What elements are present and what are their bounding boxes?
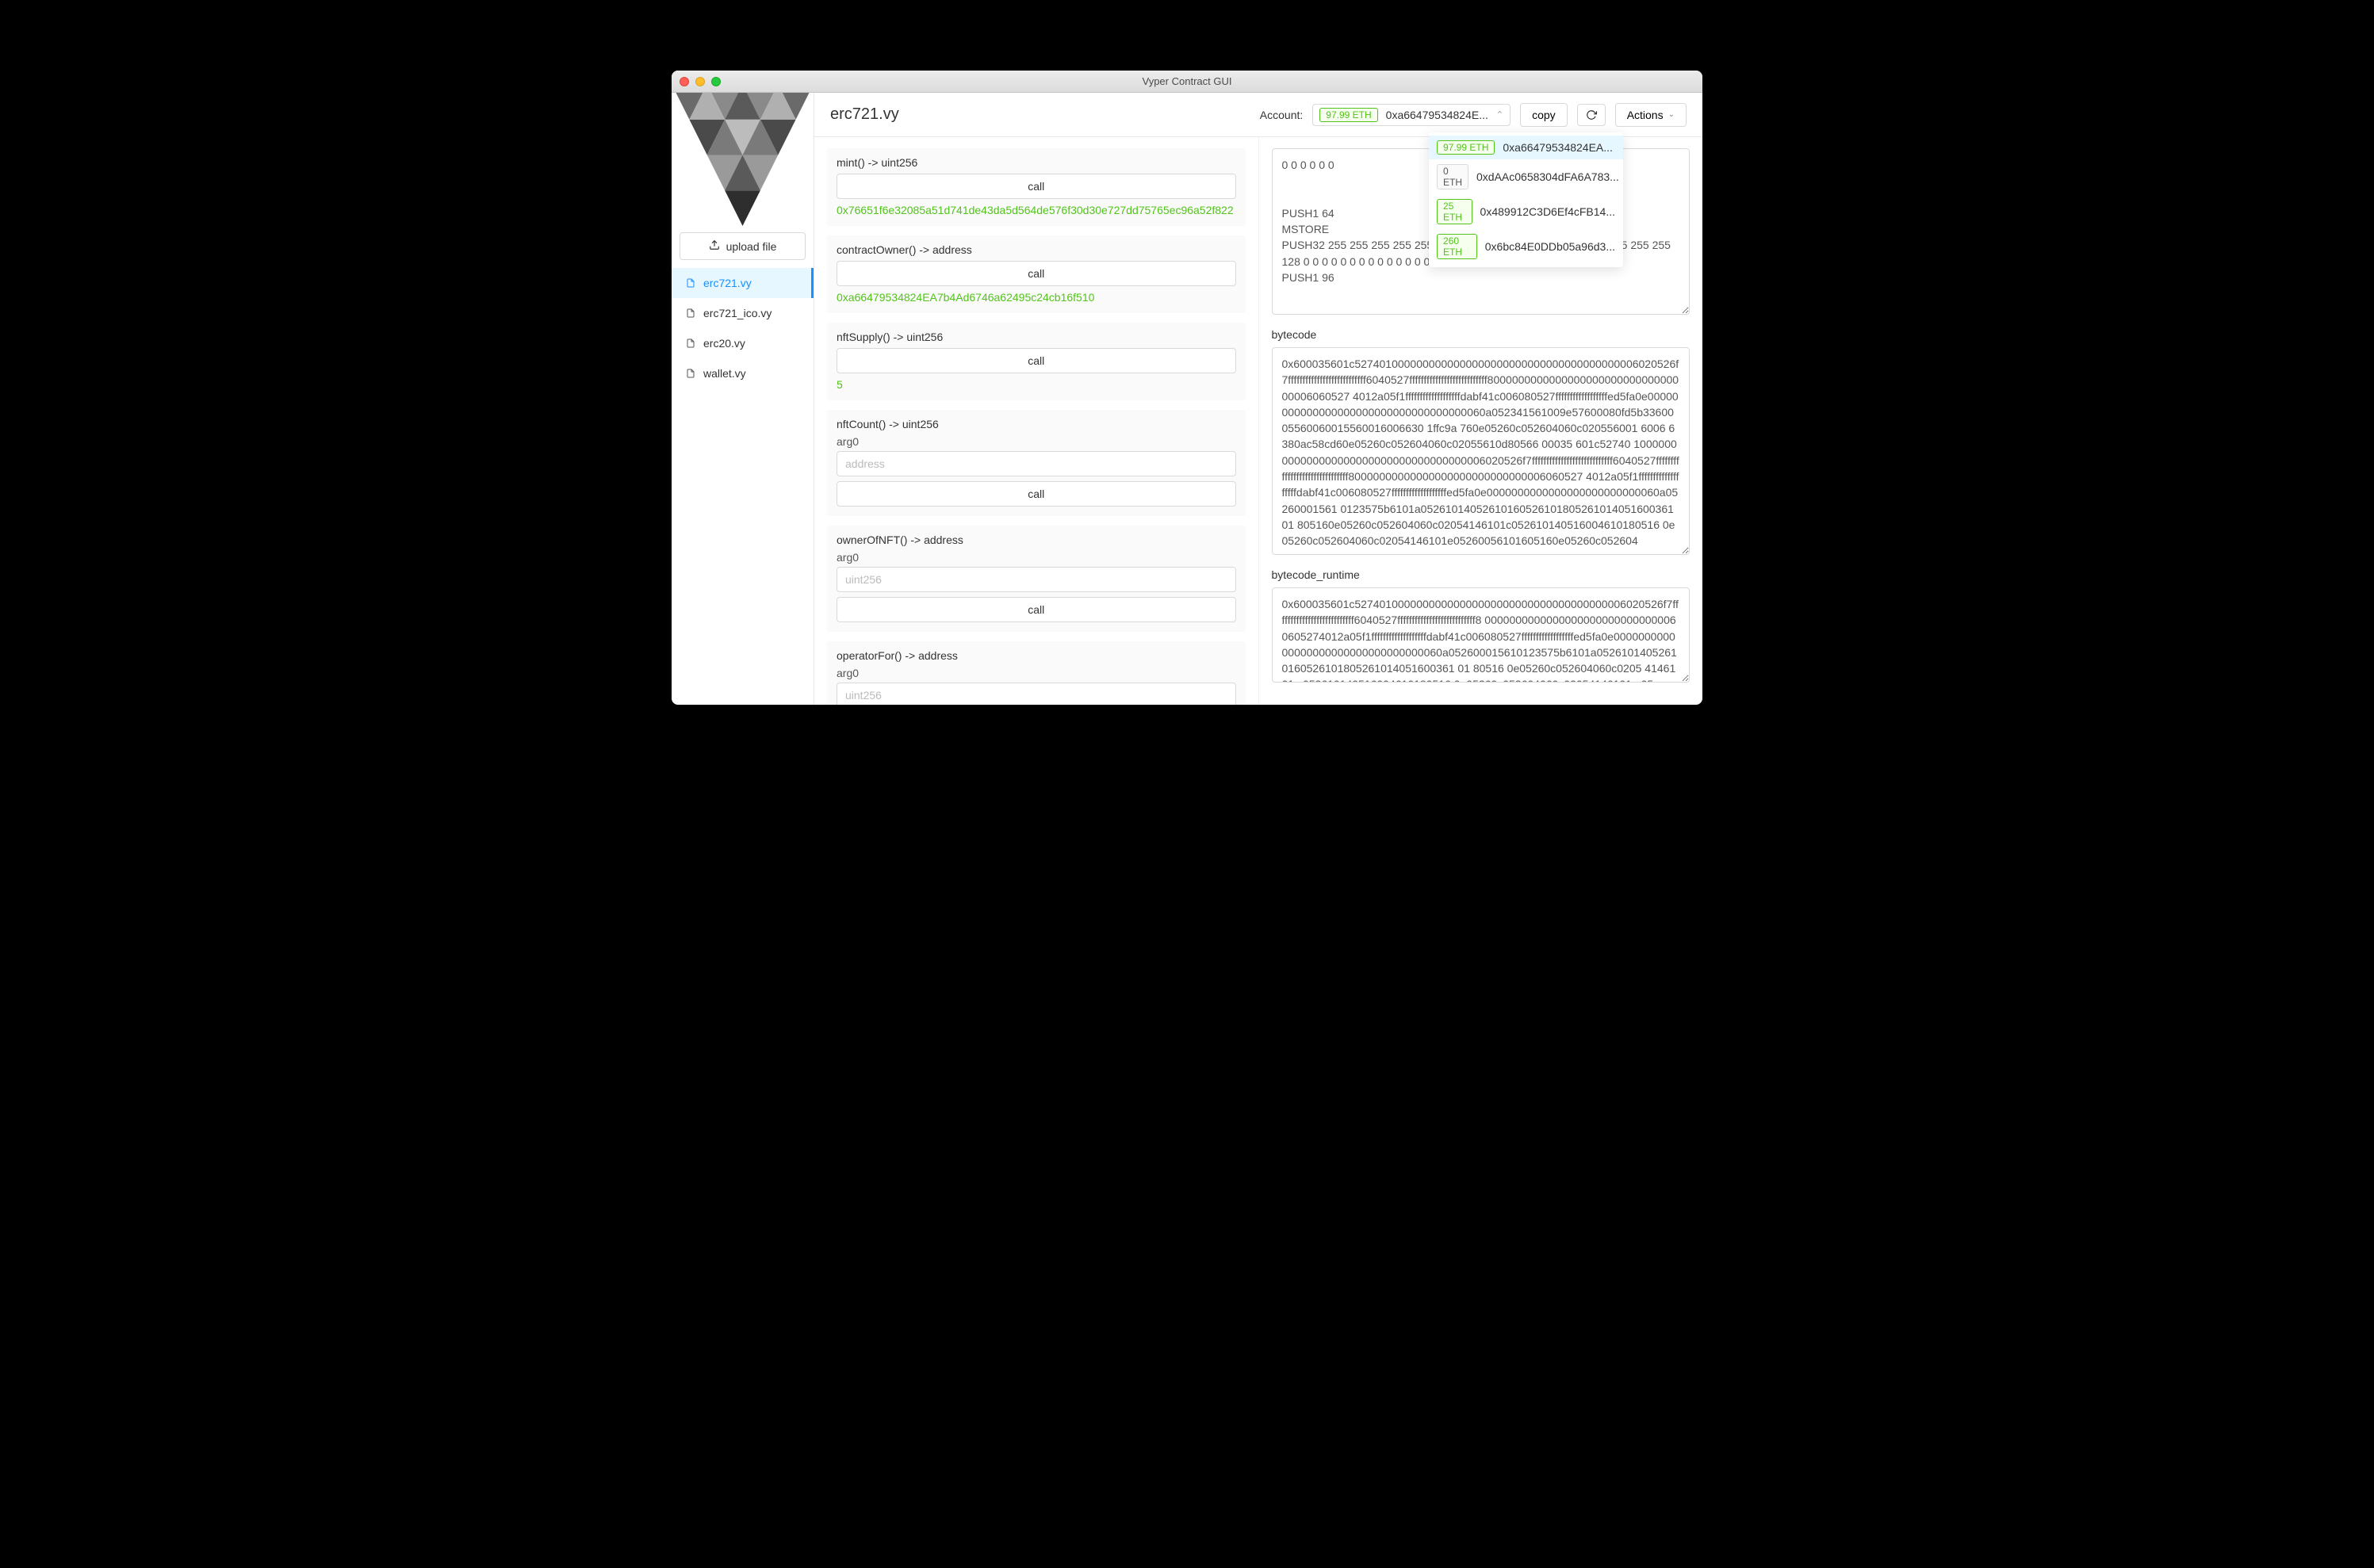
file-item-erc721[interactable]: erc721.vy bbox=[672, 268, 814, 298]
function-signature: mint() -> uint256 bbox=[837, 156, 1236, 169]
maximize-window-button[interactable] bbox=[711, 77, 721, 86]
file-name: erc20.vy bbox=[703, 337, 745, 350]
bytecode-label: bytecode bbox=[1272, 328, 1691, 341]
chevron-up-icon: ⌃ bbox=[1496, 109, 1503, 120]
function-card-nftsupply: nftSupply() -> uint256 call 5 bbox=[827, 323, 1246, 400]
minimize-window-button[interactable] bbox=[695, 77, 705, 86]
logo bbox=[672, 93, 814, 228]
refresh-button[interactable] bbox=[1577, 104, 1606, 126]
refresh-icon bbox=[1586, 109, 1597, 120]
function-card-mint: mint() -> uint256 call 0x76651f6e32085a5… bbox=[827, 148, 1246, 226]
page-title: erc721.vy bbox=[830, 105, 1250, 124]
function-result: 5 bbox=[837, 378, 1236, 391]
main: erc721.vy Account: 97.99 ETH 0xa66479534… bbox=[814, 93, 1702, 705]
call-button[interactable]: call bbox=[837, 348, 1236, 373]
account-address: 0xa66479534824EA... bbox=[1503, 141, 1613, 154]
file-name: wallet.vy bbox=[703, 367, 746, 380]
app-body: upload file erc721.vy erc721_ico.vy erc2… bbox=[672, 93, 1702, 705]
arg-label: arg0 bbox=[837, 667, 1236, 679]
upload-icon bbox=[709, 239, 720, 253]
account-option-0[interactable]: 97.99 ETH 0xa66479534824EA... bbox=[1429, 136, 1623, 159]
file-name: erc721.vy bbox=[703, 277, 752, 289]
functions-column[interactable]: mint() -> uint256 call 0x76651f6e32085a5… bbox=[814, 137, 1259, 705]
sidebar: upload file erc721.vy erc721_ico.vy erc2… bbox=[672, 93, 814, 705]
bytecode-runtime-label: bytecode_runtime bbox=[1272, 568, 1691, 581]
file-name: erc721_ico.vy bbox=[703, 307, 772, 319]
function-signature: nftSupply() -> uint256 bbox=[837, 331, 1236, 343]
eth-balance-badge: 25 ETH bbox=[1437, 199, 1472, 224]
upload-file-button[interactable]: upload file bbox=[680, 232, 806, 260]
file-item-erc20[interactable]: erc20.vy bbox=[672, 328, 814, 358]
file-item-erc721-ico[interactable]: erc721_ico.vy bbox=[672, 298, 814, 328]
function-card-operatorfor: operatorFor() -> address arg0 call bbox=[827, 641, 1246, 705]
account-option-2[interactable]: 25 ETH 0x489912C3D6Ef4cFB14... bbox=[1429, 194, 1623, 229]
function-result: 0x76651f6e32085a51d741de43da5d564de576f3… bbox=[837, 204, 1236, 216]
function-signature: contractOwner() -> address bbox=[837, 243, 1236, 256]
function-card-ownerofnft: ownerOfNFT() -> address arg0 call bbox=[827, 526, 1246, 632]
file-list: erc721.vy erc721_ico.vy erc20.vy wallet.… bbox=[672, 268, 814, 705]
account-address: 0xa66479534824E... bbox=[1386, 109, 1488, 121]
call-button[interactable]: call bbox=[837, 597, 1236, 622]
arg-label: arg0 bbox=[837, 551, 1236, 564]
function-result: 0xa66479534824EA7b4Ad6746a62495c24cb16f5… bbox=[837, 291, 1236, 304]
chevron-down-icon: ⌄ bbox=[1668, 110, 1675, 119]
actions-button[interactable]: Actions ⌄ bbox=[1615, 103, 1687, 127]
call-button[interactable]: call bbox=[837, 481, 1236, 507]
app-window: Vyper Contract GUI bbox=[672, 71, 1702, 705]
account-dropdown: 97.99 ETH 0xa66479534824EA... 0 ETH 0xdA… bbox=[1429, 132, 1623, 267]
account-address: 0x489912C3D6Ef4cFB14... bbox=[1480, 205, 1615, 218]
function-card-contractowner: contractOwner() -> address call 0xa66479… bbox=[827, 235, 1246, 313]
arg-input[interactable] bbox=[837, 567, 1236, 592]
account-address: 0xdAAc0658304dFA6A783... bbox=[1476, 170, 1619, 183]
arg-input[interactable] bbox=[837, 451, 1236, 476]
function-card-nftcount: nftCount() -> uint256 arg0 call bbox=[827, 410, 1246, 516]
account-label: Account: bbox=[1260, 109, 1303, 121]
traffic-lights bbox=[680, 77, 721, 86]
bytecode-output[interactable] bbox=[1272, 347, 1691, 555]
window-title: Vyper Contract GUI bbox=[672, 75, 1702, 87]
arg-label: arg0 bbox=[837, 435, 1236, 448]
function-signature: operatorFor() -> address bbox=[837, 649, 1236, 662]
copy-button[interactable]: copy bbox=[1520, 103, 1568, 127]
eth-balance-badge: 0 ETH bbox=[1437, 164, 1468, 189]
arg-input[interactable] bbox=[837, 683, 1236, 705]
eth-balance-badge: 97.99 ETH bbox=[1437, 140, 1495, 155]
file-icon bbox=[686, 368, 695, 379]
header: erc721.vy Account: 97.99 ETH 0xa66479534… bbox=[814, 93, 1702, 137]
eth-balance-badge: 97.99 ETH bbox=[1319, 108, 1377, 122]
account-option-1[interactable]: 0 ETH 0xdAAc0658304dFA6A783... bbox=[1429, 159, 1623, 194]
account-option-3[interactable]: 260 ETH 0x6bc84E0DDb05a96d3... bbox=[1429, 229, 1623, 264]
file-icon bbox=[686, 308, 695, 319]
file-icon bbox=[686, 277, 695, 289]
file-item-wallet[interactable]: wallet.vy bbox=[672, 358, 814, 388]
call-button[interactable]: call bbox=[837, 261, 1236, 286]
file-icon bbox=[686, 338, 695, 349]
account-select[interactable]: 97.99 ETH 0xa66479534824E... ⌃ bbox=[1312, 104, 1511, 126]
account-address: 0x6bc84E0DDb05a96d3... bbox=[1485, 240, 1615, 253]
bytecode-runtime-output[interactable] bbox=[1272, 587, 1691, 683]
upload-label: upload file bbox=[726, 240, 777, 253]
function-signature: nftCount() -> uint256 bbox=[837, 418, 1236, 430]
close-window-button[interactable] bbox=[680, 77, 689, 86]
call-button[interactable]: call bbox=[837, 174, 1236, 199]
eth-balance-badge: 260 ETH bbox=[1437, 234, 1477, 259]
function-signature: ownerOfNFT() -> address bbox=[837, 534, 1236, 546]
titlebar: Vyper Contract GUI bbox=[672, 71, 1702, 93]
